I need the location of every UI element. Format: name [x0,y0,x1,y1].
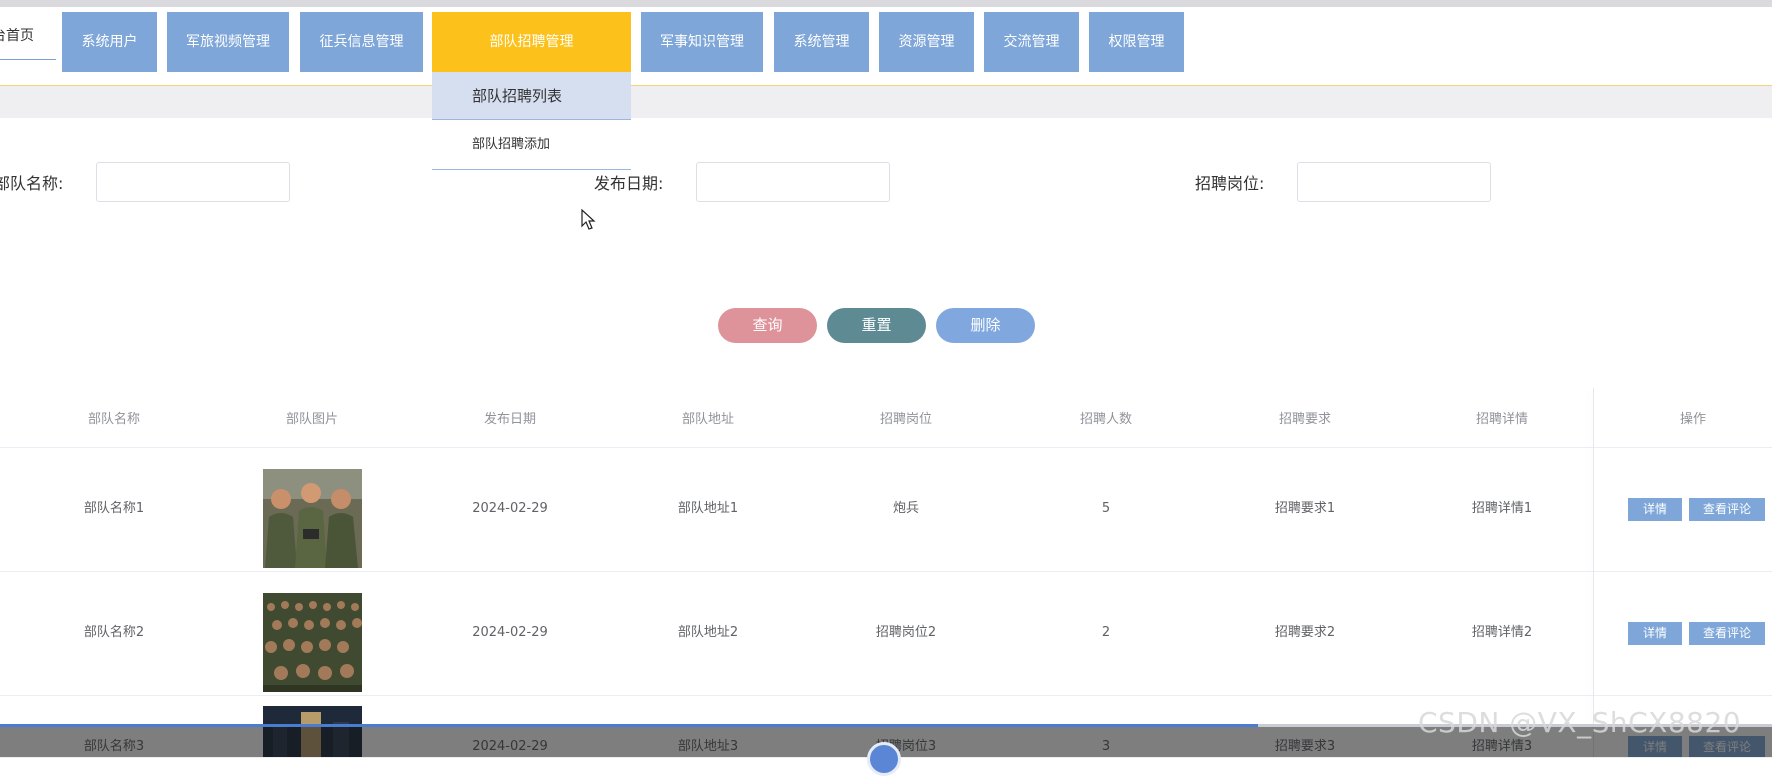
unit-name-label: 部队名称: [0,174,64,193]
cell-detail: 招聘详情2 [1471,625,1533,640]
header-unit-image: 部队图片 [285,412,338,427]
cell-detail: 招聘详情1 [1471,501,1533,516]
nav-item-military-video[interactable]: 军旅视频管理 [167,12,289,72]
view-comments-button[interactable]: 查看评论 [1689,498,1765,521]
nav-item-permission-management[interactable]: 权限管理 [1089,12,1184,72]
cell-requirement: 招聘要求2 [1274,625,1336,640]
cell-requirement: 招聘要求1 [1274,501,1336,516]
nav-item-communication-management[interactable]: 交流管理 [984,12,1079,72]
nav-item-conscription-info[interactable]: 征兵信息管理 [300,12,423,72]
table-row: 部队名称1 2024-02-29 部队地址1 炮兵 5 招聘要求1 招聘详情1 … [0,447,1772,572]
detail-button[interactable]: 详情 [1628,622,1682,645]
nav-item-resource-management[interactable]: 资源管理 [879,12,974,72]
cell-unit-address: 部队地址1 [677,501,739,516]
recruitment-dropdown-menu: 部队招聘列表 部队招聘添加 [432,72,631,170]
fixed-column-divider [1593,388,1594,757]
unit-image[interactable] [263,469,362,568]
nav-item-recruitment[interactable]: 部队招聘管理 [432,12,631,72]
cell-publish-date: 2024-02-29 [472,625,548,640]
cell-count: 2 [1101,625,1111,640]
header-requirement[interactable]: 招聘要求 [1207,392,1403,447]
publish-date-label: 发布日期: [594,174,664,193]
cell-count: 5 [1101,501,1111,516]
menu-item-recruitment-add[interactable]: 部队招聘添加 [432,120,631,170]
nav-item-system-users[interactable]: 系统用户 [62,12,157,72]
table-header: 部队名称 部队图片 发布日期 部队地址 招聘岗位 招聘人数 招聘要求 招聘详情 … [0,392,1772,448]
delete-button[interactable]: 删除 [936,308,1035,343]
reset-button[interactable]: 重置 [827,308,926,343]
header-unit-name[interactable]: 部队名称 [15,392,213,447]
header-count[interactable]: 招聘人数 [1005,392,1207,447]
header-detail[interactable]: 招聘详情 [1403,392,1601,447]
publish-date-input[interactable] [696,162,890,202]
watermark-text: CSDN @VX_ShCX8820 [1418,706,1742,739]
top-nav: 系统用户 军旅视频管理 征兵信息管理 部队招聘管理 军事知识管理 系统管理 资源… [0,12,1772,72]
top-border [0,0,1772,7]
position-input[interactable] [1297,162,1491,202]
table-row: 部队名称2 2024-02-29 部队地址2 招聘岗位2 2 招聘要求2 招聘详… [0,571,1772,696]
cell-unit-address: 部队地址2 [677,625,739,640]
header-unit-address[interactable]: 部队地址 [609,392,807,447]
header-actions: 操作 [1679,412,1706,427]
search-button[interactable]: 查询 [718,308,817,343]
detail-button[interactable]: 详情 [1628,498,1682,521]
nav-item-system-management[interactable]: 系统管理 [774,12,869,72]
cell-unit-name: 部队名称1 [83,501,145,516]
cell-unit-name: 部队名称2 [83,625,145,640]
video-scrubber-handle[interactable] [867,742,901,776]
unit-name-input[interactable] [96,162,290,202]
menu-item-recruitment-list[interactable]: 部队招聘列表 [432,72,631,120]
header-publish-date[interactable]: 发布日期 [411,392,609,447]
breadcrumb-bar [0,86,1772,118]
nav-item-military-knowledge[interactable]: 军事知识管理 [641,12,763,72]
mouse-cursor-icon [581,208,597,235]
view-comments-button[interactable]: 查看评论 [1689,622,1765,645]
cell-position: 招聘岗位2 [875,625,937,640]
unit-image[interactable] [263,593,362,692]
cell-publish-date: 2024-02-29 [472,501,548,516]
cell-position: 炮兵 [892,501,919,516]
position-label: 招聘岗位: [1195,174,1265,193]
header-position[interactable]: 招聘岗位 [807,392,1005,447]
